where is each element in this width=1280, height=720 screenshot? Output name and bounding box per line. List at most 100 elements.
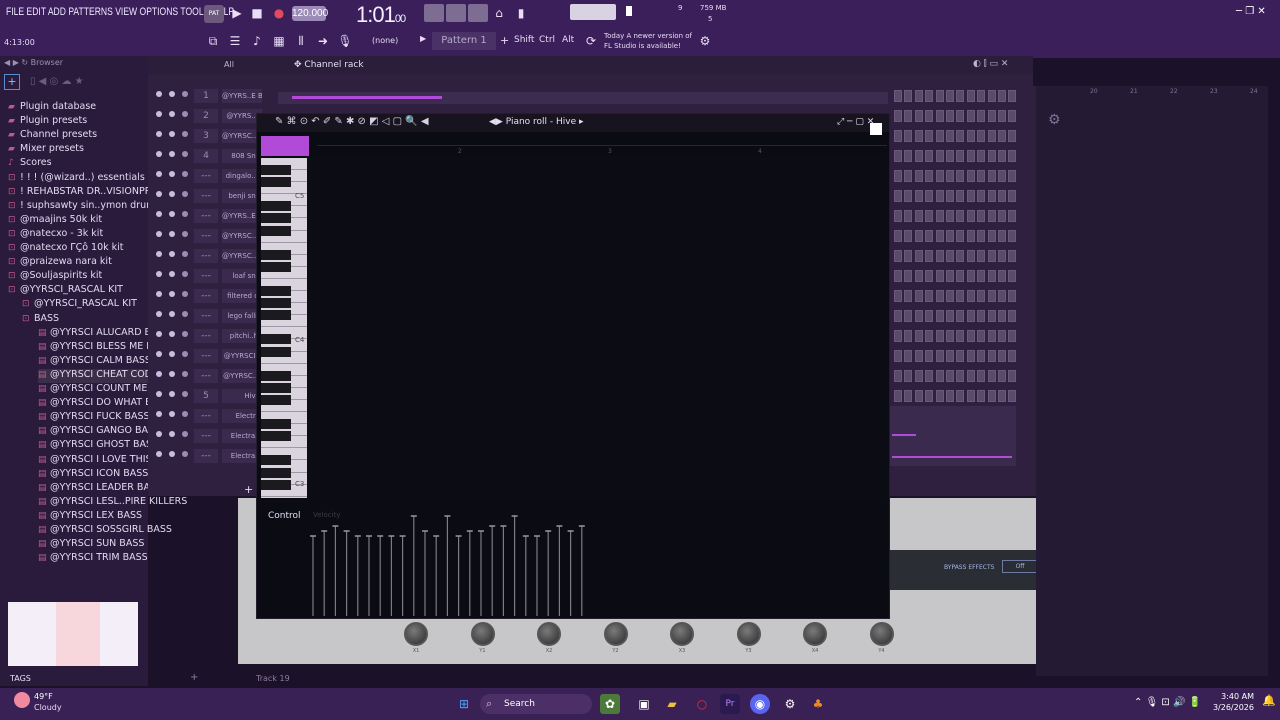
step-pad[interactable] [977,390,986,402]
step-pad[interactable] [987,90,996,102]
step-pad[interactable] [894,230,902,242]
pattern-selector-none[interactable]: (none) [372,36,398,45]
step-pad[interactable] [977,290,986,302]
channel-mute[interactable] [169,311,175,317]
step-pad[interactable] [956,210,965,222]
channel-pan[interactable] [182,391,188,397]
channel-mixer-track[interactable]: 5 [194,389,218,403]
step-pad[interactable] [946,290,954,302]
step-pad[interactable] [987,350,996,362]
knob-dial[interactable] [603,622,628,646]
channel-mixer-track[interactable]: --- [194,449,218,463]
metronome-icon[interactable]: ⌂ [490,4,508,22]
step-pad[interactable] [998,350,1006,362]
channel-mixer-track[interactable]: 1 [194,89,218,103]
step-pad[interactable] [914,90,923,102]
channel-mixer-track[interactable]: --- [194,349,218,363]
alt-key[interactable]: Alt [562,35,574,45]
system-tray-icons[interactable]: ⌃ 🎙 ⊡ 🔊 🔋 [1134,697,1201,708]
waveform-preview[interactable] [8,602,138,666]
step-pad[interactable] [894,90,902,102]
step-pad[interactable] [925,210,934,222]
step-pad[interactable] [998,290,1006,302]
channel-pan[interactable] [182,191,188,197]
step-pad[interactable] [956,250,965,262]
step-pad[interactable] [956,370,965,382]
channel-mute[interactable] [169,391,175,397]
file-explorer-icon[interactable]: ▰ [662,694,682,714]
step-pad[interactable] [914,150,923,162]
step-pad[interactable] [1008,350,1017,362]
ctrl-key[interactable]: Ctrl [539,35,555,45]
step-pad[interactable] [946,150,954,162]
channel-mute[interactable] [169,191,175,197]
piano-roll-scroll-bar[interactable] [317,136,887,146]
step-pad[interactable] [904,190,913,202]
macro-knob[interactable]: Y4 [869,622,894,654]
step-pad[interactable] [904,210,913,222]
step-pad[interactable] [946,390,954,402]
step-pad[interactable] [1008,130,1017,142]
browser-item[interactable]: ⊡ @praizewa nara kit [8,256,112,270]
channel-mute[interactable] [169,251,175,257]
step-pad[interactable] [1008,290,1017,302]
step-pad[interactable] [1008,190,1017,202]
browser-item[interactable]: ▰ Plugin database [8,101,96,115]
add-pattern-icon[interactable]: + [500,34,509,47]
channel-led[interactable] [156,251,162,257]
step-pad[interactable] [904,350,913,362]
typing-keyboard-icon[interactable] [424,4,444,22]
menu-patterns[interactable]: PATTERNS [68,6,112,18]
tags-label[interactable]: TAGS [10,674,31,683]
step-pad[interactable] [956,230,965,242]
step-pad[interactable] [966,310,975,322]
channel-mixer-track[interactable]: 3 [194,129,218,143]
step-pad[interactable] [946,270,954,282]
channel-mute[interactable] [169,371,175,377]
step-pad[interactable] [987,270,996,282]
step-pad[interactable] [998,150,1006,162]
step-pad[interactable] [987,370,996,382]
piano-black-key[interactable] [261,165,291,175]
channel-pan[interactable] [182,351,188,357]
step-pad[interactable] [998,130,1006,142]
browser-item[interactable]: ▤ @YYRSCI ICON BASS [38,468,148,482]
step-pad[interactable] [1008,230,1017,242]
step-pad[interactable] [956,330,965,342]
browser-item[interactable]: ♪ Scores [8,157,52,171]
channel-pan[interactable] [182,211,188,217]
step-pad[interactable] [894,270,902,282]
knob-dial[interactable] [736,622,761,646]
step-pad[interactable] [998,230,1006,242]
step-pad[interactable] [956,190,965,202]
step-pad[interactable] [966,270,975,282]
channel-pan[interactable] [182,431,188,437]
step-pad[interactable] [935,390,944,402]
channel-led[interactable] [156,171,162,177]
browser-item[interactable]: ▰ Plugin presets [8,115,87,129]
piano-black-key[interactable] [261,310,291,321]
channel-led[interactable] [156,451,162,457]
channel-pan[interactable] [182,231,188,237]
step-pad[interactable] [956,270,965,282]
browser-item[interactable]: ▰ Channel presets [8,129,97,143]
add-track-icon[interactable]: + [190,672,198,683]
step-pad[interactable] [977,370,986,382]
channel-pan[interactable] [182,171,188,177]
browser-item[interactable]: ⊡ @YYRSCI_RASCAL KIT [22,298,137,312]
pattern-selector[interactable]: Pattern 1 [432,32,496,50]
channel-mute[interactable] [169,351,175,357]
premiere-icon[interactable]: Pr [720,694,740,714]
step-pad[interactable] [914,350,923,362]
add-channel-icon[interactable]: + [244,483,253,496]
step-pad[interactable] [914,170,923,182]
step-pad[interactable] [925,190,934,202]
knob-dial[interactable] [803,622,827,646]
step-pad[interactable] [987,150,996,162]
step-pad[interactable] [904,150,913,162]
channel-led[interactable] [156,191,162,197]
step-pad[interactable] [904,230,913,242]
step-pad[interactable] [925,330,934,342]
browser-tools[interactable]: ▯ ◀ ◎ ☁ ★ [30,76,84,87]
channel-pan[interactable] [182,251,188,257]
